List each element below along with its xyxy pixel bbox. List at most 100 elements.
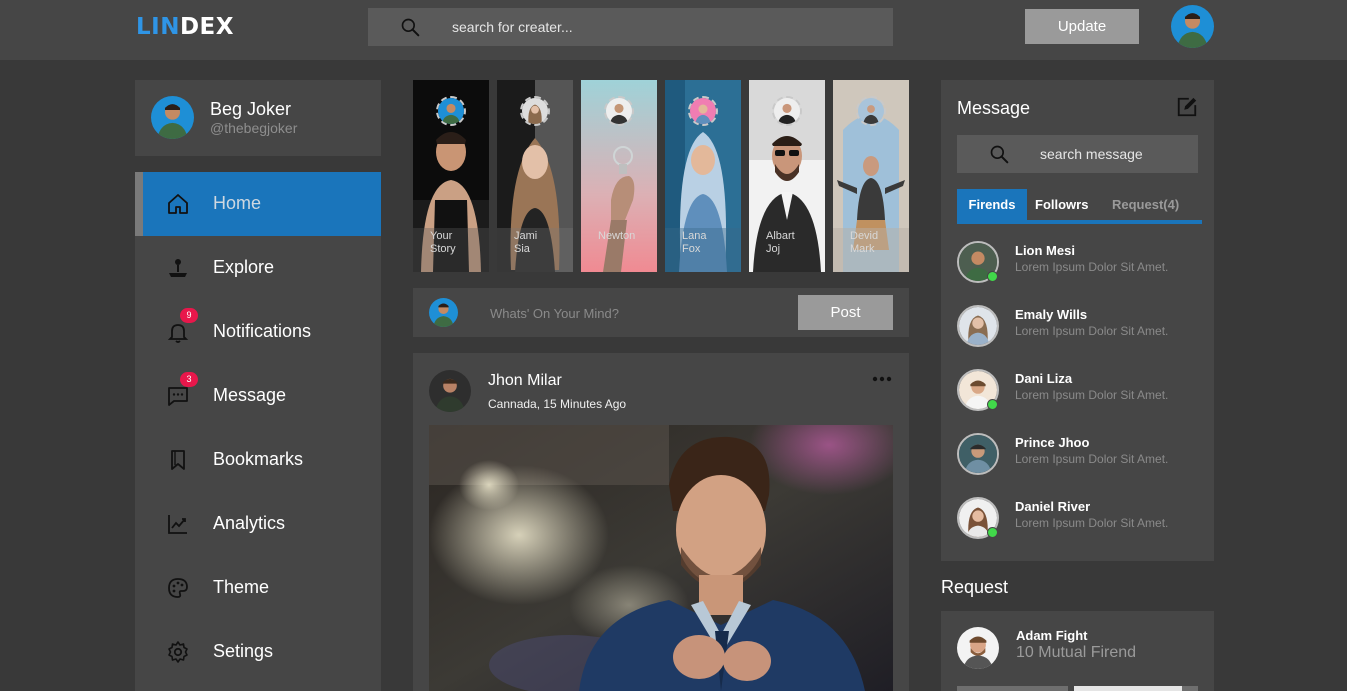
search-icon <box>990 145 1009 164</box>
online-status-dot <box>987 527 998 538</box>
sidebar-item-theme[interactable]: Theme <box>135 556 381 620</box>
story-name: Devid Mark <box>850 230 878 256</box>
request-section-title: Request <box>941 577 1009 597</box>
sidebar-item-message[interactable]: 3 Message <box>135 364 381 428</box>
story-avatar <box>772 96 802 126</box>
story-name: Jami Sia <box>514 230 537 256</box>
friend-list-item[interactable]: Daniel River Lorem Ipsum Dolor Sit Amet. <box>957 497 1207 545</box>
post-author-avatar[interactable] <box>429 370 471 412</box>
friend-last-message: Lorem Ipsum Dolor Sit Amet. <box>1015 516 1169 530</box>
user-avatar[interactable] <box>1171 5 1214 48</box>
profile-handle: @thebegjoker <box>210 120 298 136</box>
bell-icon <box>167 324 189 343</box>
sidebar-item-settings[interactable]: Setings <box>135 620 381 684</box>
creator-search-input[interactable]: search for creater... <box>368 8 893 46</box>
online-status-dot <box>987 271 998 282</box>
story-card[interactable]: Lana Fox <box>665 80 741 272</box>
profile-card[interactable]: Beg Joker @thebegjoker <box>135 80 381 156</box>
message-search-placeholder: search message <box>1040 146 1143 162</box>
chat-icon <box>168 387 188 406</box>
message-panel-title: Message <box>957 98 1031 118</box>
story-card[interactable]: Albart Joj <box>749 80 825 272</box>
palette-icon <box>168 578 188 598</box>
sidebar-item-label: Theme <box>213 577 270 597</box>
friend-name: Dani Liza <box>1015 371 1073 386</box>
tabs-underline <box>957 220 1202 224</box>
sidebar-item-label: Setings <box>213 641 274 661</box>
logo-part-dex: DEX <box>179 14 235 40</box>
tab-firends[interactable]: Firends <box>957 189 1027 220</box>
gear-icon <box>168 641 188 663</box>
friend-request-card: Adam Fight 10 Mutual Firend <box>941 611 1214 691</box>
story-card[interactable]: Devid Mark <box>833 80 909 272</box>
story-card[interactable]: Newton <box>581 80 657 272</box>
story-name-line2: Fox <box>682 243 701 255</box>
edit-icon[interactable] <box>1176 96 1198 118</box>
notifications-badge: 9 <box>180 308 198 323</box>
joystick-icon <box>169 259 187 277</box>
story-name-line2: Sia <box>514 243 530 255</box>
search-placeholder: search for creater... <box>452 19 573 35</box>
more-options-icon[interactable] <box>872 374 892 384</box>
story-name-line1: Your <box>430 230 453 242</box>
home-icon <box>168 194 188 214</box>
request-name[interactable]: Adam Fight <box>1016 628 1088 643</box>
story-name-line2: Story <box>430 243 456 255</box>
friend-avatar <box>957 433 999 475</box>
friend-list-item[interactable]: Lion Mesi Lorem Ipsum Dolor Sit Amet. <box>957 241 1207 289</box>
story-avatar <box>520 96 550 126</box>
story-name-line2: Mark <box>850 243 875 255</box>
accept-request-button[interactable] <box>957 686 1068 691</box>
story-name: Newton <box>598 230 635 243</box>
friend-name: Prince Jhoo <box>1015 435 1090 450</box>
story-card[interactable]: Jami Sia <box>497 80 573 272</box>
sidebar-item-label: Notifications <box>213 321 312 341</box>
message-search-input[interactable]: search message <box>957 135 1198 173</box>
post-button[interactable]: Post <box>798 295 893 330</box>
sidebar-item-notifications[interactable]: 9 Notifications <box>135 300 381 364</box>
profile-name: Beg Joker <box>210 99 292 119</box>
story-name-line1: Devid <box>850 230 879 242</box>
friend-last-message: Lorem Ipsum Dolor Sit Amet. <box>1015 388 1169 402</box>
logo[interactable]: LINDEX <box>136 14 234 40</box>
sidebar-item-label: Analytics <box>213 513 286 533</box>
friend-list-item[interactable]: Prince Jhoo Lorem Ipsum Dolor Sit Amet. <box>957 433 1207 481</box>
sidebar-item-home[interactable]: Home <box>135 172 381 236</box>
tab-request[interactable]: Request(4) <box>1112 189 1179 220</box>
composer-input[interactable]: Whats' On Your Mind? <box>490 306 619 321</box>
message-panel: Message search message Firends Followrs … <box>941 80 1214 561</box>
story-card[interactable]: Your Story <box>413 80 489 272</box>
story-name-line2: Joj <box>766 243 781 255</box>
search-icon <box>401 18 420 37</box>
profile-avatar <box>151 96 194 139</box>
request-avatar[interactable] <box>957 627 999 669</box>
request-mutual-friends: 10 Mutual Firend <box>1016 644 1137 661</box>
sidebar-item-bookmarks[interactable]: Bookmarks <box>135 428 381 492</box>
story-name-line1: Jami <box>514 230 538 242</box>
sidebar-item-analytics[interactable]: Analytics <box>135 492 381 556</box>
sidebar-item-explore[interactable]: Explore <box>135 236 381 300</box>
story-name-line1: Albart <box>766 230 795 242</box>
message-tabs: Firends Followrs Request(4) <box>957 189 1202 224</box>
post-composer: Whats' On Your Mind? Post <box>413 288 909 337</box>
friend-name: Emaly Wills <box>1015 307 1088 322</box>
friend-list-item[interactable]: Emaly Wills Lorem Ipsum Dolor Sit Amet. <box>957 305 1207 353</box>
friend-last-message: Lorem Ipsum Dolor Sit Amet. <box>1015 452 1169 466</box>
friend-list-item[interactable]: Dani Liza Lorem Ipsum Dolor Sit Amet. <box>957 369 1207 417</box>
post-meta: Cannada, 15 Minutes Ago <box>488 397 627 411</box>
tab-followrs[interactable]: Followrs <box>1035 189 1088 220</box>
sidebar-menu: Home Explore 9 Notifications 3 Message B… <box>135 172 381 691</box>
story-avatar <box>436 96 466 126</box>
update-button[interactable]: Update <box>1025 9 1139 44</box>
story-name-line1: Newton <box>598 230 636 242</box>
post-image[interactable] <box>429 425 893 691</box>
friend-last-message: Lorem Ipsum Dolor Sit Amet. <box>1015 324 1169 338</box>
decline-request-button[interactable] <box>1074 686 1182 691</box>
post-author-name[interactable]: Jhon Milar <box>488 372 562 390</box>
story-avatar <box>604 96 634 126</box>
bookmark-icon <box>171 450 185 470</box>
online-status-dot <box>987 399 998 410</box>
composer-avatar <box>429 298 458 327</box>
friend-last-message: Lorem Ipsum Dolor Sit Amet. <box>1015 260 1169 274</box>
story-avatar <box>856 96 886 126</box>
